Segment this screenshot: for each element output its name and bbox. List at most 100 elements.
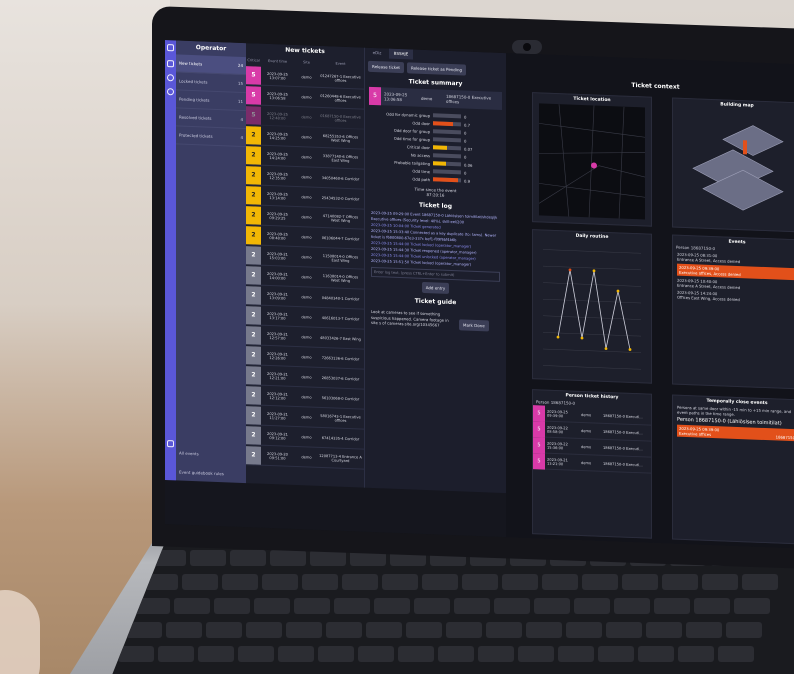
history-row[interactable]: 5 2023-09-21 13:21:00 demo 18687150-0 Execu… xyxy=(533,452,651,474)
queue-count: 15 xyxy=(237,80,243,86)
ticket-time: 2023-09-21 12:12:00 xyxy=(267,391,288,401)
queue-footer[interactable]: All events Event guidebook rules xyxy=(179,451,224,477)
queue-count: 24 xyxy=(237,62,243,68)
queue-label: Protected tickets xyxy=(179,132,213,139)
all-events-link[interactable]: All events xyxy=(179,451,224,458)
key xyxy=(502,574,538,590)
ticket-event: 25434532-0 Corridor xyxy=(321,195,360,201)
score-bar-track xyxy=(433,177,461,183)
event-item[interactable]: 2023-09-25 14:24:00 Offices East Wing, Ac… xyxy=(677,290,794,305)
ticket-site: demo xyxy=(301,154,312,160)
ticket-event: 40616013-7 Corridor xyxy=(321,315,360,321)
tab-bsshje[interactable]: BSSHJE xyxy=(389,48,413,60)
chart-icon[interactable] xyxy=(167,60,174,68)
key xyxy=(198,646,234,662)
ticket-site: demo xyxy=(301,254,312,260)
ticket-time: 2023-09-21 11:27:00 xyxy=(267,411,288,421)
ticket-event: 01247267-1 Executive offices xyxy=(320,73,361,83)
queue-item[interactable]: Protected tickets 4 xyxy=(176,126,246,148)
ticket-site: demo xyxy=(301,374,312,380)
location-marker-icon[interactable] xyxy=(591,162,597,169)
rules-link[interactable]: Event guidebook rules xyxy=(179,470,224,477)
building-map[interactable] xyxy=(673,108,794,229)
app-screen: Operator New tickets 24 Locked tickets 15 Pe… xyxy=(165,40,794,549)
ticket-critical: 5 xyxy=(246,85,261,105)
key xyxy=(118,646,154,662)
release-ticket-button[interactable]: Release ticket xyxy=(368,60,404,74)
ticket-critical: 2 xyxy=(246,205,261,225)
score-bar-track xyxy=(433,153,461,159)
ticket-event: 68255353-6 Offices West Wing xyxy=(322,133,359,143)
ticket-site: demo xyxy=(301,74,312,80)
queue-count: 4 xyxy=(240,134,243,140)
score-bar-fill xyxy=(433,161,446,166)
col-critical[interactable]: Critical xyxy=(246,58,261,63)
key xyxy=(574,598,610,614)
logout-icon[interactable] xyxy=(167,440,174,448)
key xyxy=(166,622,202,638)
col-event-time[interactable]: Event time xyxy=(261,59,294,64)
key xyxy=(374,598,410,614)
key xyxy=(342,574,378,590)
ticket-critical: 2 xyxy=(246,345,261,365)
ticket-critical: 5 xyxy=(246,65,261,85)
table-row[interactable]: 2 2023-09-20 09:51:00 demo 12087713-4 Entra… xyxy=(246,445,364,470)
ticket-site: demo xyxy=(301,234,312,240)
log-input[interactable]: Enter log text, (press CTRL+Enter to sub… xyxy=(371,266,500,282)
history-site: demo xyxy=(581,444,592,449)
tab-ediz[interactable]: eDiz xyxy=(365,48,389,59)
key xyxy=(534,598,570,614)
history-critical: 5 xyxy=(533,404,545,422)
history-site: demo xyxy=(581,460,592,465)
ticket-event: 33877140-6 Offices East Wing xyxy=(322,153,359,163)
close-event-row[interactable]: 2023-09-25 09:39:00 Executive offices 18… xyxy=(677,424,794,442)
release-pending-button[interactable]: Release ticket as Pending xyxy=(406,62,467,76)
history-time: 2023-09-22 15:36:00 xyxy=(547,441,568,450)
ticket-detail: eDiz BSSHJE Release ticket Release ticke… xyxy=(364,47,506,494)
ticket-critical: 2 xyxy=(246,125,261,145)
key xyxy=(518,646,554,662)
key xyxy=(718,646,754,662)
col-site[interactable]: Site xyxy=(294,60,319,65)
ticket-list: New tickets Critical Event time Site Eve… xyxy=(246,43,364,488)
ticket-critical: 2 xyxy=(246,165,261,185)
key xyxy=(614,598,650,614)
events-panel: Events Person 18687150-0 2023-09-25 08:3… xyxy=(672,234,794,390)
key xyxy=(654,598,690,614)
key xyxy=(598,646,634,662)
add-entry-button[interactable]: Add entry xyxy=(421,281,450,294)
ticket-event: 01687150-0 Executive offices xyxy=(320,113,361,123)
ticket-site: demo xyxy=(301,454,312,460)
score-bars: Odd for dynamic group 0 Odd door 0.7 Odd doo… xyxy=(373,109,498,186)
score-bar-track xyxy=(433,137,461,143)
key xyxy=(206,622,242,638)
key xyxy=(334,598,370,614)
ticket-critical: 2 xyxy=(246,325,261,345)
ticket-time: 2023-09-25 14:24:00 xyxy=(267,151,288,161)
col-event[interactable]: Event xyxy=(319,61,362,67)
location-map[interactable] xyxy=(539,103,645,220)
ticket-event: 72663136-6 Corridor xyxy=(321,355,360,361)
grid-line xyxy=(543,249,641,254)
ticket-critical: 2 xyxy=(246,285,261,305)
ticket-critical: 2 xyxy=(246,425,261,445)
key xyxy=(462,574,498,590)
routine-point xyxy=(616,289,620,293)
guide-text: Look at cameras to see if something susp… xyxy=(371,308,449,328)
queue-label: Locked tickets xyxy=(179,78,208,85)
user-icon[interactable] xyxy=(167,74,174,82)
ticket-event: 67414335-4 Corridor xyxy=(321,435,360,441)
key xyxy=(366,622,402,638)
ticket-critical: 2 xyxy=(246,225,261,245)
key xyxy=(686,622,722,638)
mark-done-button[interactable]: Mark Done xyxy=(459,319,489,332)
routine-line xyxy=(557,269,631,350)
key xyxy=(478,646,514,662)
key xyxy=(646,622,682,638)
grid-line xyxy=(543,348,641,353)
search-icon[interactable] xyxy=(167,88,174,96)
key xyxy=(438,646,474,662)
key xyxy=(734,598,770,614)
key xyxy=(358,646,394,662)
score-bar-value: 0 xyxy=(464,169,467,176)
